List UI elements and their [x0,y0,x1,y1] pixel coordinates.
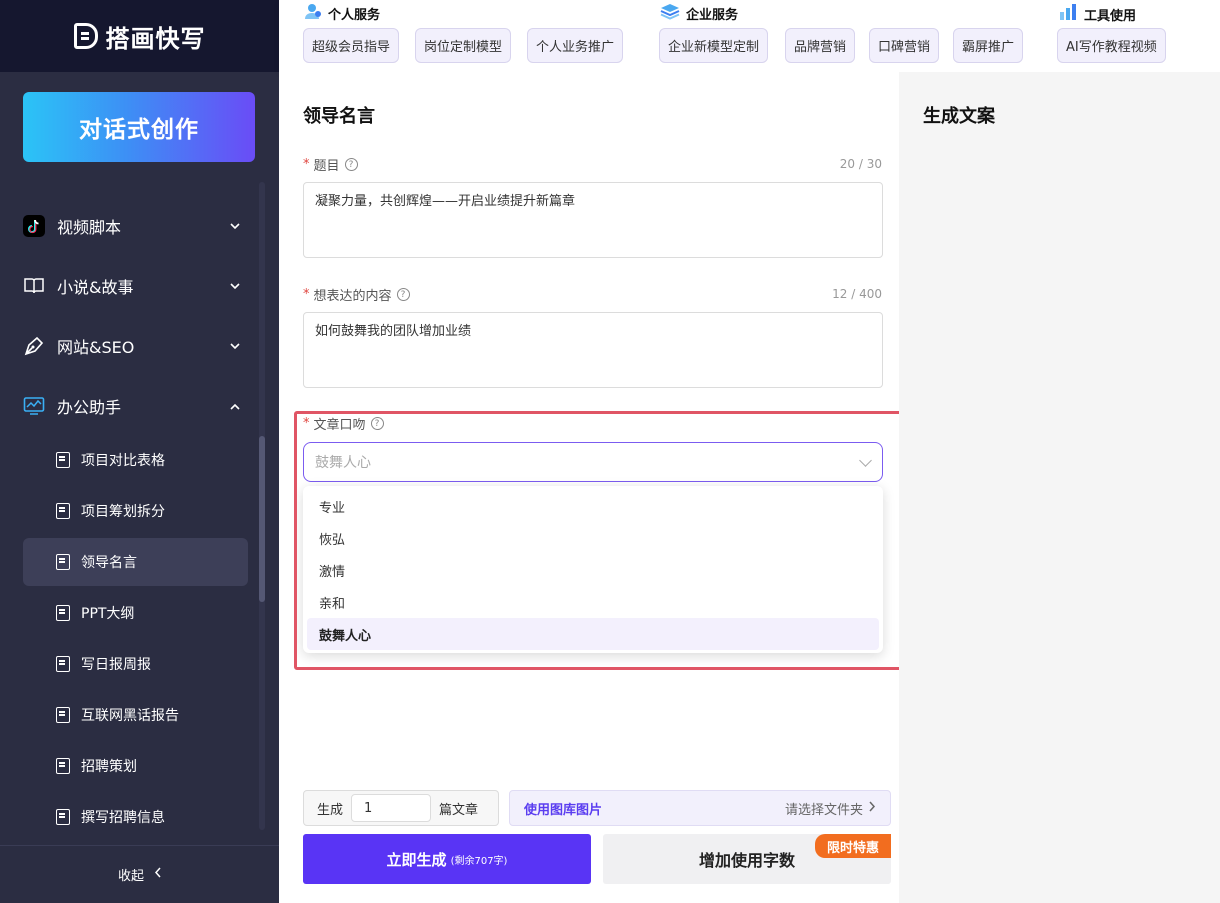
topic-input[interactable]: 凝聚力量，共创辉煌——开启业绩提升新篇章 [303,182,883,258]
document-icon [56,503,70,519]
book-icon [23,275,45,297]
help-icon[interactable]: ? [370,417,384,430]
tag-ai-writing-tutorial-video[interactable]: AI写作教程视频 [1057,28,1166,63]
document-icon [56,707,70,723]
use-library-label: 使用图库图片 [524,802,603,818]
content-label: * 想表达的内容 ? [303,285,410,304]
sidebar-item-project-compare-table[interactable]: 项目对比表格 [23,436,248,484]
sidebar-scrollbar-thumb[interactable] [259,436,265,602]
sidebar-item-daily-weekly-report[interactable]: 写日报周报 [23,640,248,688]
help-icon[interactable]: ? [396,288,410,301]
tool-usage-icon [1058,3,1078,25]
dialog-create-button[interactable]: 对话式创作 [23,92,255,162]
chevron-left-icon [154,867,161,882]
output-panel [899,72,1220,903]
sidebar-item-label: 领导名言 [81,555,137,571]
sidebar-item-label: 招聘策划 [81,759,137,775]
top-navigation: 个人服务 超级会员指导 岗位定制模型 个人业务推广 企业服务 企业新模型定制 品… [279,0,1220,72]
nav-group-website-seo[interactable]: 网站&SEO [23,326,248,366]
nav-group-label: 小说&故事 [57,278,134,297]
chevron-down-icon [230,280,240,293]
tone-dropdown: 专业 恢弘 激情 亲和 鼓舞人心 [303,486,883,653]
tone-label: * 文章口吻 ? [303,414,384,433]
tone-select-placeholder: 鼓舞人心 [315,455,371,471]
chevron-down-icon [230,220,240,233]
tone-option-professional[interactable]: 专业 [307,490,879,522]
logo[interactable]: 搭画快写 [0,0,279,72]
nav-group-label: 办公助手 [57,398,122,417]
tone-option-passionate[interactable]: 激情 [307,554,879,586]
enterprise-service-icon [660,3,680,24]
help-icon[interactable]: ? [344,158,358,171]
document-icon [56,809,70,825]
collapse-label: 收起 [117,869,144,884]
tag-word-of-mouth-marketing[interactable]: 口碑营销 [869,28,940,63]
tag-enterprise-model-custom[interactable]: 企业新模型定制 [659,28,769,63]
document-icon [56,656,70,672]
document-icon [56,758,70,774]
sidebar-item-ppt-outline[interactable]: PPT大纲 [23,589,248,637]
logo-icon [73,23,98,49]
sidebar-item-label: PPT大纲 [81,606,135,622]
nav-group-label: 网站&SEO [57,338,135,357]
chevron-down-icon [859,454,872,467]
collapse-sidebar-button[interactable]: 收起 [0,845,279,903]
tag-brand-marketing[interactable]: 品牌营销 [785,28,856,63]
required-mark: * [303,416,310,431]
document-icon [56,554,70,570]
required-mark: * [303,287,310,302]
required-mark: * [303,157,310,172]
chevron-right-icon [869,801,876,816]
tone-option-friendly[interactable]: 亲和 [307,586,879,618]
generate-count-row: 生成 1 篇文章 [303,790,499,826]
page-title: 领导名言 [303,106,375,127]
limited-offer-badge: 限时特惠 [815,834,891,858]
chevron-down-icon [230,340,240,353]
output-title: 生成文案 [923,106,995,127]
sidebar: 搭画快写 对话式创作 视频脚本 小说&故事 网站&SEO 办公助手 项目对比表格… [0,0,279,903]
content-counter: 12 / 400 [832,287,882,301]
tag-screen-dominate-promo[interactable]: 霸屏推广 [953,28,1024,63]
pen-icon [23,335,45,357]
sidebar-item-recruitment-planning[interactable]: 招聘策划 [23,742,248,790]
category-personal-service: 个人服务 [304,3,380,24]
sidebar-item-label: 项目筹划拆分 [81,504,165,520]
chevron-up-icon [230,400,240,413]
tone-option-grand[interactable]: 恢弘 [307,522,879,554]
nav-group-video-script[interactable]: 视频脚本 [23,206,248,246]
document-icon [56,605,70,621]
personal-service-icon [304,3,322,24]
tiktok-icon [23,215,45,237]
image-library-row[interactable]: 使用图库图片 请选择文件夹 [509,790,891,826]
sidebar-item-label: 互联网黑话报告 [81,708,179,724]
sidebar-item-label: 项目对比表格 [81,453,165,469]
tag-personal-business-promo[interactable]: 个人业务推广 [527,28,624,63]
generate-now-button[interactable]: 立即生成 (剩余707字) [303,834,591,884]
monitor-icon [23,395,45,417]
tone-option-inspiring[interactable]: 鼓舞人心 [307,618,879,650]
select-folder-button[interactable]: 请选择文件夹 [785,799,876,818]
category-enterprise-service: 企业服务 [660,3,738,24]
article-count-input[interactable]: 1 [351,794,432,822]
content-input[interactable]: 如何鼓舞我的团队增加业绩 [303,312,883,388]
category-tool-usage: 工具使用 [1058,3,1136,25]
tag-position-custom-model[interactable]: 岗位定制模型 [415,28,512,63]
nav-group-novel-story[interactable]: 小说&故事 [23,266,248,306]
topic-counter: 20 / 30 [839,157,882,171]
document-icon [56,452,70,468]
sidebar-item-project-planning[interactable]: 项目筹划拆分 [23,487,248,535]
logo-text: 搭画快写 [105,24,206,53]
sidebar-item-label: 撰写招聘信息 [81,810,165,826]
nav-group-office-assistant[interactable]: 办公助手 [23,386,248,426]
sidebar-item-label: 写日报周报 [81,657,151,673]
sidebar-item-internet-jargon-report[interactable]: 互联网黑话报告 [23,691,248,739]
tone-select[interactable]: 鼓舞人心 [303,442,883,482]
topic-label: * 题目 ? [303,155,358,174]
sidebar-item-job-posting[interactable]: 撰写招聘信息 [23,793,248,841]
nav-group-label: 视频脚本 [57,218,122,237]
tag-super-member-guide[interactable]: 超级会员指导 [303,28,400,63]
sidebar-item-leader-quotes[interactable]: 领导名言 [23,538,248,586]
